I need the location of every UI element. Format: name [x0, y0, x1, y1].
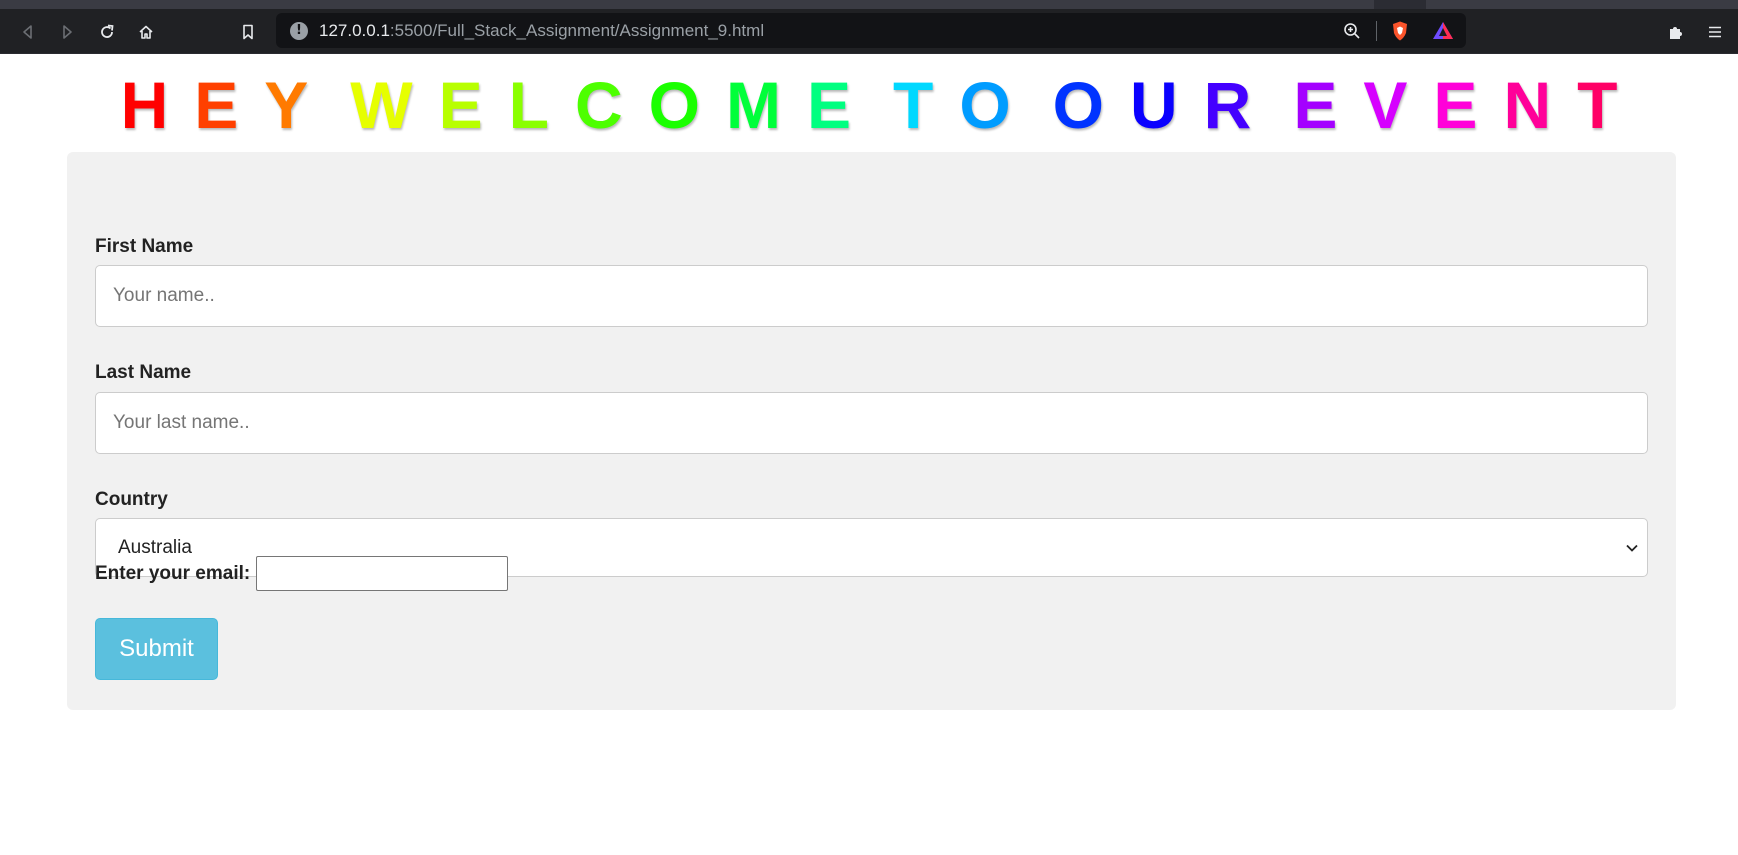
menu-icon[interactable]: [1703, 20, 1727, 44]
email-input[interactable]: [256, 556, 508, 591]
heading-letter: T: [892, 68, 934, 142]
heading-letter: V: [1363, 68, 1408, 142]
heading-letter: E: [1433, 68, 1478, 142]
brave-shields-icon[interactable]: [1389, 20, 1411, 42]
url-path: :5500/Full_Stack_Assignment/Assignment_9…: [389, 21, 765, 40]
heading-letter: O: [959, 68, 1011, 142]
country-selected-value: Australia: [118, 537, 192, 558]
heading-letter: T: [1577, 68, 1618, 142]
heading-letter: O: [1052, 68, 1104, 142]
submit-button[interactable]: Submit: [95, 618, 218, 680]
heading-letter: C: [574, 68, 623, 142]
heading-word: WELCOME: [337, 68, 864, 142]
last-name-input[interactable]: [95, 392, 1648, 454]
url-host: 127.0.0.1: [319, 21, 390, 40]
brave-rewards-icon[interactable]: [1432, 20, 1454, 42]
heading-word: EVENT: [1280, 68, 1630, 142]
heading-letter: E: [194, 68, 239, 142]
heading-word: TO: [880, 68, 1024, 142]
heading-letter: U: [1130, 68, 1178, 142]
heading-letter: Y: [264, 68, 309, 142]
extensions-icon[interactable]: [1664, 20, 1688, 44]
first-name-input[interactable]: [95, 265, 1648, 327]
zoom-icon[interactable]: [1342, 21, 1362, 41]
bookmark-icon[interactable]: [236, 20, 260, 44]
rainbow-heading: HEYWELCOMETOOUREVENT: [0, 54, 1738, 151]
heading-letter: N: [1503, 68, 1552, 142]
page-content: HEYWELCOMETOOUREVENT First Name Last Nam…: [0, 54, 1738, 854]
first-name-label: First Name: [95, 236, 194, 257]
heading-letter: L: [508, 68, 549, 142]
active-tab[interactable]: [1374, 0, 1426, 9]
heading-letter: H: [120, 68, 169, 142]
country-label: Country: [95, 489, 168, 510]
heading-letter: E: [438, 68, 483, 142]
chevron-down-icon: [1626, 544, 1638, 552]
heading-letter: E: [806, 68, 851, 142]
heading-word: HEY: [108, 68, 322, 142]
last-name-label: Last Name: [95, 362, 192, 383]
url-text[interactable]: 127.0.0.1:5500/Full_Stack_Assignment/Ass…: [319, 21, 764, 41]
heading-letter: R: [1203, 68, 1252, 142]
home-icon[interactable]: [134, 20, 158, 44]
heading-letter: O: [648, 68, 700, 142]
browser-toolbar: ! 127.0.0.1:5500/Full_Stack_Assignment/A…: [0, 9, 1738, 54]
back-icon[interactable]: [16, 20, 40, 44]
site-info-icon[interactable]: !: [290, 22, 308, 40]
heading-word: OUR: [1040, 68, 1265, 142]
email-label: Enter your email:: [95, 563, 251, 584]
heading-letter: M: [725, 68, 781, 142]
reload-icon[interactable]: [95, 20, 119, 44]
address-bar[interactable]: ! 127.0.0.1:5500/Full_Stack_Assignment/A…: [276, 13, 1466, 48]
heading-letter: W: [350, 68, 413, 142]
heading-letter: E: [1293, 68, 1338, 142]
event-form: First Name Last Name Country Australia E…: [67, 152, 1676, 710]
forward-icon[interactable]: [55, 20, 79, 44]
tab-strip: [0, 0, 1738, 9]
url-divider: [1376, 21, 1377, 41]
